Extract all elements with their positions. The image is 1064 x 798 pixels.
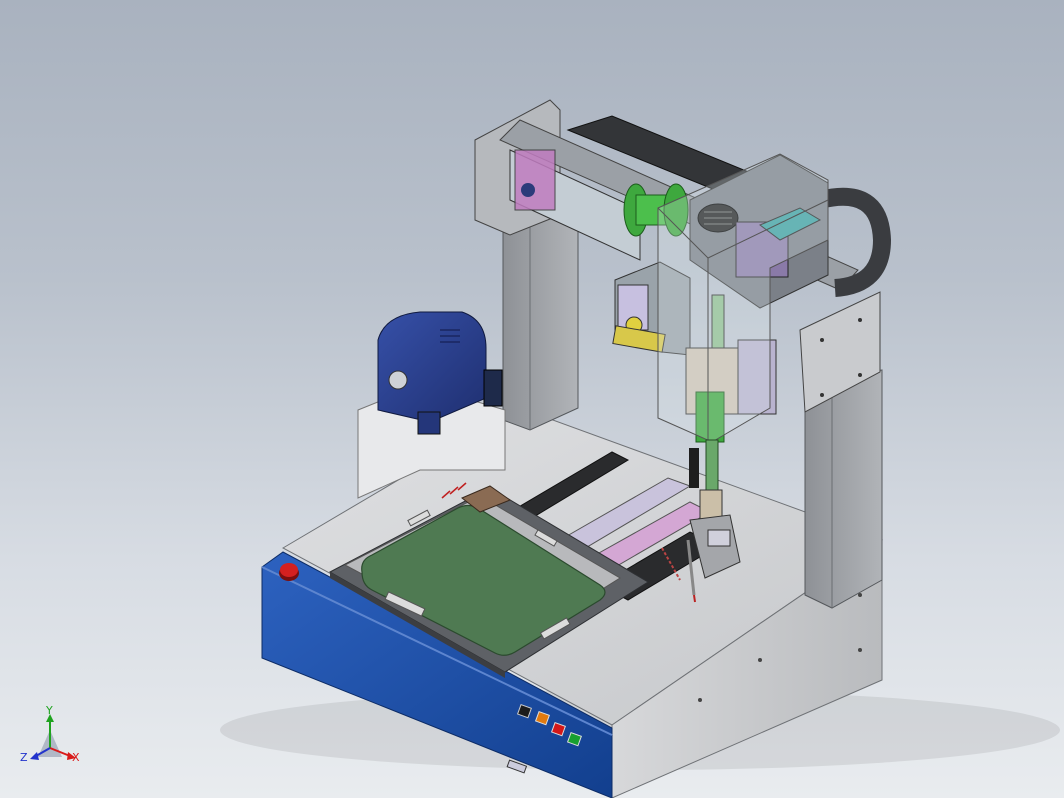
screw bbox=[858, 648, 862, 652]
screw bbox=[758, 658, 762, 662]
tool-block bbox=[707, 529, 731, 547]
tool-clamp bbox=[699, 489, 723, 521]
tool-cable bbox=[689, 448, 699, 488]
spindle-motor bbox=[357, 311, 506, 499]
y-axis-label: Y bbox=[45, 704, 53, 717]
motor-side-part bbox=[483, 369, 503, 407]
z-axis-head bbox=[657, 153, 829, 443]
left-pillar-body bbox=[502, 199, 579, 431]
z-axis-label: Z bbox=[20, 751, 28, 764]
motor-knob bbox=[388, 370, 408, 390]
left-pillar bbox=[502, 199, 579, 431]
gantry-front-plate bbox=[514, 149, 556, 211]
cad-viewport[interactable]: Y X Z bbox=[0, 0, 1064, 798]
glass-guard bbox=[657, 153, 829, 443]
x-axis-label: X bbox=[72, 751, 80, 764]
coordinate-triad[interactable]: Y X Z bbox=[20, 704, 80, 764]
screw bbox=[698, 698, 702, 702]
z-axis-arrowhead bbox=[30, 752, 39, 760]
iron-tip bbox=[693, 594, 696, 603]
motor-foot bbox=[417, 411, 441, 435]
cad-model-view: Y X Z bbox=[20, 99, 1060, 798]
emergency-stop-button[interactable] bbox=[279, 563, 299, 581]
tool-arm bbox=[705, 439, 719, 496]
